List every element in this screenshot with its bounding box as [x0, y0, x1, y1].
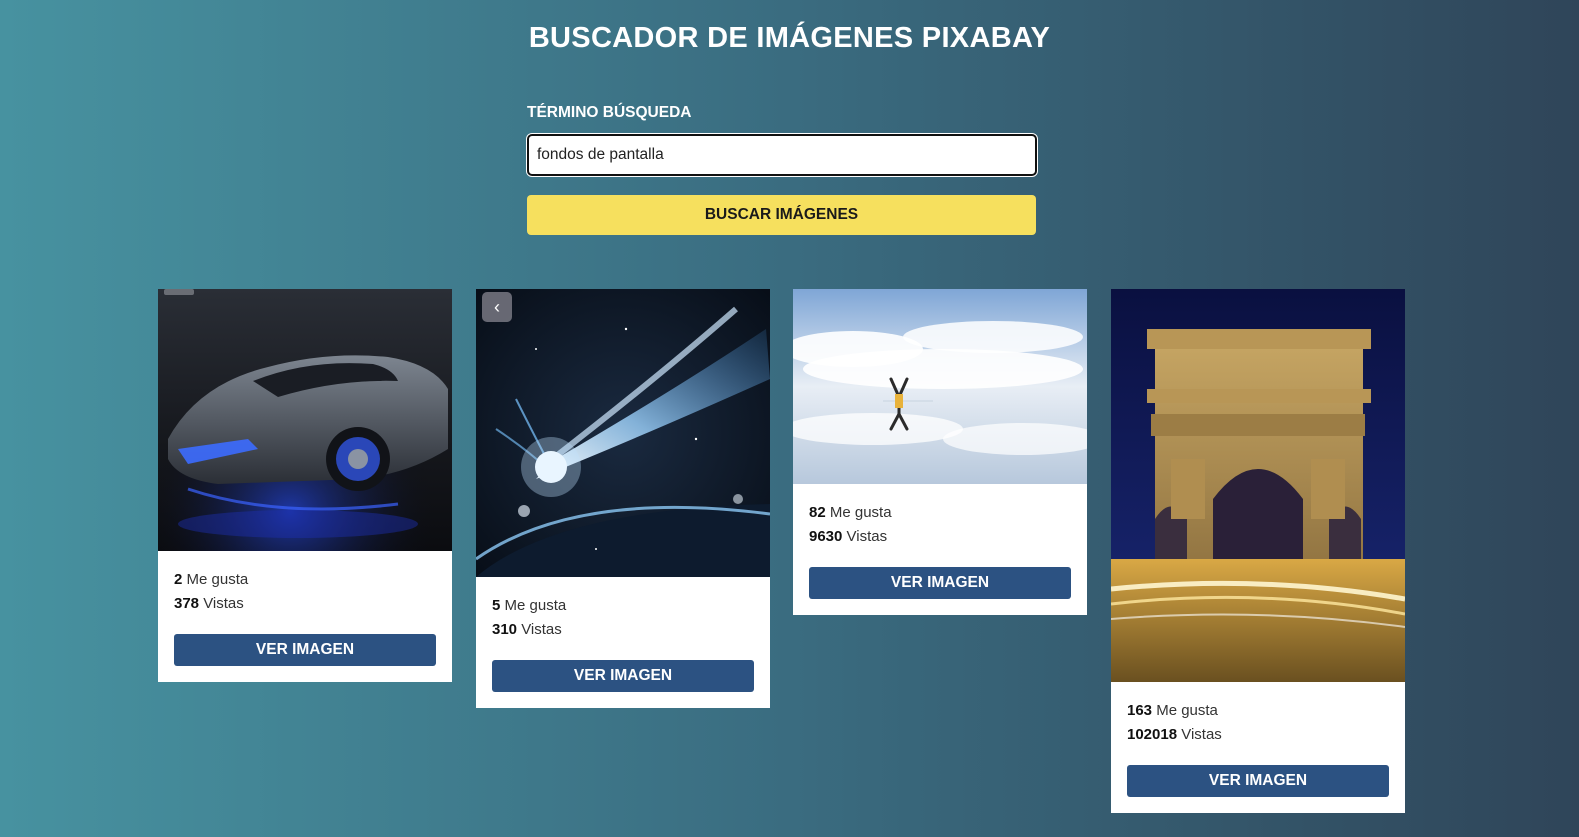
views-count: 102018	[1127, 726, 1178, 743]
views-label: Vistas	[1181, 726, 1222, 743]
likes-stat: 2 Me gusta	[174, 568, 436, 592]
card-body: 2 Me gusta 378 Vistas VER IMAGEN	[158, 551, 452, 682]
likes-count: 5	[492, 597, 501, 614]
likes-stat: 5 Me gusta	[492, 594, 754, 618]
views-label: Vistas	[846, 528, 888, 545]
views-label: Vistas	[521, 621, 562, 638]
search-button[interactable]: BUSCAR IMÁGENES	[527, 195, 1036, 235]
views-stat: 310 Vistas	[492, 618, 754, 642]
view-image-button[interactable]: VER IMAGEN	[174, 634, 436, 666]
likes-count: 2	[174, 571, 183, 588]
views-count: 378	[174, 595, 200, 612]
page-title: BUSCADOR DE IMÁGENES PIXABAY	[528, 22, 1051, 54]
image-card: 163 Me gusta 102018 Vistas VER IMAGEN	[1111, 289, 1405, 813]
views-stat: 102018 Vistas	[1127, 723, 1389, 747]
views-stat: 378 Vistas	[174, 592, 436, 616]
likes-stat: 163 Me gusta	[1127, 699, 1389, 723]
search-label: TÉRMINO BÚSQUEDA	[527, 104, 692, 121]
card-image-arc[interactable]	[1111, 289, 1405, 682]
views-count: 310	[492, 621, 518, 638]
likes-label: Me gusta	[1156, 702, 1218, 719]
views-label: Vistas	[203, 595, 244, 612]
likes-label: Me gusta	[186, 571, 249, 588]
card-image-comet[interactable]: ‹	[476, 289, 770, 577]
card-body: 82 Me gusta 9630 Vistas VER IMAGEN	[793, 484, 1087, 615]
likes-label: Me gusta	[829, 504, 892, 521]
card-body: 5 Me gusta 310 Vistas VER IMAGEN	[476, 577, 770, 708]
view-image-button[interactable]: VER IMAGEN	[492, 660, 754, 692]
views-stat: 9630 Vistas	[809, 525, 1071, 549]
chevron-left-icon[interactable]: ‹	[482, 292, 512, 322]
likes-stat: 82 Me gusta	[809, 501, 1071, 525]
card-body: 163 Me gusta 102018 Vistas VER IMAGEN	[1111, 682, 1405, 813]
card-image-sky[interactable]	[793, 289, 1087, 484]
card-image-car[interactable]	[158, 289, 452, 551]
view-image-button[interactable]: VER IMAGEN	[809, 567, 1071, 599]
image-card: ‹ 5 Me gusta 310 Vistas VER IMAGEN	[476, 289, 770, 708]
view-image-button[interactable]: VER IMAGEN	[1127, 765, 1389, 797]
image-card: 2 Me gusta 378 Vistas VER IMAGEN	[158, 289, 452, 682]
search-form: TÉRMINO BÚSQUEDA BUSCAR IMÁGENES	[527, 104, 1037, 235]
likes-label: Me gusta	[504, 597, 567, 614]
likes-count: 163	[1127, 702, 1153, 719]
views-count: 9630	[809, 528, 843, 545]
image-card: 82 Me gusta 9630 Vistas VER IMAGEN	[793, 289, 1087, 615]
likes-count: 82	[809, 504, 826, 521]
search-input[interactable]	[527, 134, 1037, 176]
